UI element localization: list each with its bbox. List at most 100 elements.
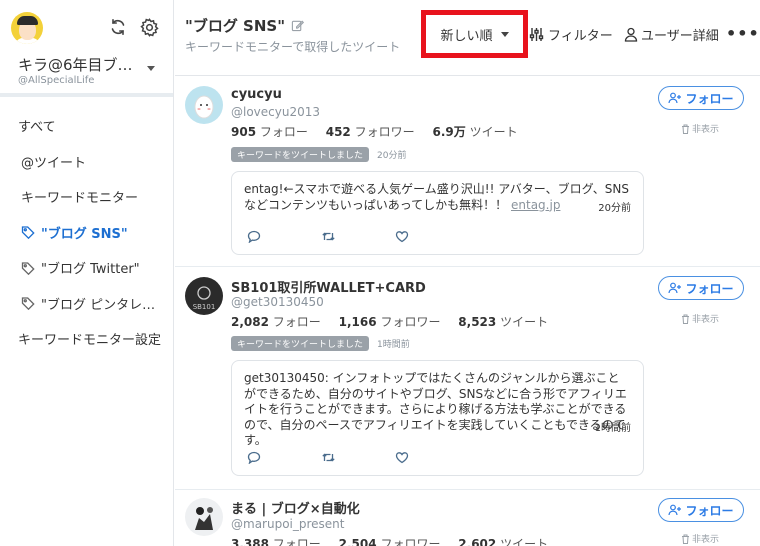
followers-count: 1,166 — [338, 315, 377, 329]
tweets-label: ツイート — [469, 125, 518, 139]
sidebar-item-blog-pinterest[interactable]: "ブログ ピンタレ… — [0, 286, 174, 322]
follow-label: フォロー — [685, 91, 734, 106]
user-icon — [624, 27, 638, 42]
user-stats: 2,082 フォロー 1,166 フォロワー 8,523 ツイート — [231, 313, 562, 330]
sidebar-nav: すべて @ツイート キーワードモニター "ブログ SNS" "ブログ Twitt… — [0, 108, 174, 357]
tweet-card[interactable]: entag!←スマホで遊べる人気ゲーム盛り沢山!! アバター、ブログ、SNSなど… — [231, 171, 644, 255]
add-user-icon — [668, 92, 682, 104]
tweet-feed: cyucyu @lovecyu2013 905 フォロー 452 フォロワー 6… — [175, 77, 760, 546]
tweet-body: entag!←スマホで遊べる人気ゲーム盛り沢山!! アバター、ブログ、SNSなど… — [244, 182, 630, 212]
tweets-count: 8,523 — [458, 315, 497, 329]
filter-button[interactable]: フィルター — [529, 25, 613, 44]
avatar[interactable] — [11, 12, 43, 44]
refresh-icon[interactable] — [108, 17, 128, 37]
list-item: まる | ブログ×自動化 @marupoi_present 3,388 フォロー… — [175, 490, 760, 546]
followers-label: フォロワー — [380, 537, 441, 546]
user-stats: 905 フォロー 452 フォロワー 6.9万 ツイート — [231, 123, 532, 140]
more-menu-icon[interactable]: ••• — [726, 24, 760, 43]
follow-label: フォロー — [685, 503, 734, 518]
trash-icon — [682, 314, 689, 324]
hide-button[interactable]: 非表示 — [681, 122, 719, 135]
following-count: 2,082 — [231, 315, 269, 329]
follow-button[interactable]: フォロー — [658, 86, 744, 110]
main-column: "ブログ SNS" キーワードモニターで取得したツイート 新しい順 フィルター … — [175, 0, 760, 546]
add-user-icon — [668, 504, 682, 516]
tweet-text: entag!←スマホで遊べる人気ゲーム盛り沢山!! アバター、ブログ、SNSなど… — [244, 182, 631, 213]
heart-icon[interactable] — [394, 449, 410, 465]
status-badge: キーワードをツイートしました — [231, 336, 370, 351]
chevron-down-icon — [500, 31, 509, 37]
following-count: 3,388 — [231, 537, 269, 546]
heart-icon[interactable] — [394, 228, 410, 244]
tweet-time: 20分前 — [598, 203, 631, 214]
column-subtitle: キーワードモニターで取得したツイート — [185, 40, 401, 54]
user-handle[interactable]: @lovecyu2013 — [231, 105, 320, 119]
column-header: "ブログ SNS" キーワードモニターで取得したツイート 新しい順 フィルター … — [175, 0, 760, 76]
followers-count: 452 — [325, 125, 351, 139]
hide-button[interactable]: 非表示 — [681, 312, 719, 325]
user-handle[interactable]: @get30130450 — [231, 295, 324, 309]
list-item: SB101 SB101取引所WALLET+CARD @get30130450 2… — [175, 267, 760, 490]
sort-dropdown[interactable]: 新しい順 — [421, 10, 528, 58]
list-item: cyucyu @lovecyu2013 905 フォロー 452 フォロワー 6… — [175, 77, 760, 267]
sidebar-item-all[interactable]: すべて — [0, 108, 174, 144]
reply-icon[interactable] — [246, 228, 262, 244]
follow-label: フォロー — [685, 281, 734, 296]
user-detail-label: ユーザー詳細 — [641, 29, 719, 44]
tag-icon — [21, 297, 35, 311]
user-stats: 3,388 フォロー 2,504 フォロワー 2,602 ツイート — [231, 535, 562, 546]
followers-label: フォロワー — [380, 315, 441, 329]
add-user-icon — [668, 282, 682, 294]
tweet-link[interactable]: entag.jp — [511, 198, 560, 212]
tweet-text: get30130450: インフォトップではたくさんのジャンルから選ぶことができ… — [244, 371, 627, 447]
sidebar-item-label: "ブログ ピンタレ… — [41, 297, 156, 313]
trash-icon — [682, 534, 689, 544]
sidebar-item-label: "ブログ Twitter" — [41, 262, 140, 278]
tweet-card[interactable]: get30130450: インフォトップではたくさんのジャンルから選ぶことができ… — [231, 360, 644, 476]
sidebar-item-blog-sns[interactable]: "ブログ SNS" — [0, 215, 174, 251]
user-handle[interactable]: @marupoi_present — [231, 517, 345, 531]
avatar[interactable] — [185, 498, 223, 536]
follow-button[interactable]: フォロー — [658, 276, 744, 300]
tweets-label: ツイート — [500, 537, 549, 546]
follow-button[interactable]: フォロー — [658, 498, 744, 522]
badge-time: 20分前 — [377, 151, 407, 161]
svg-text:SB101: SB101 — [193, 303, 216, 311]
tweets-count: 2,602 — [458, 537, 497, 546]
sidebar-item-keyword-monitor[interactable]: キーワードモニター — [0, 179, 174, 215]
sidebar-item-keyword-settings[interactable]: キーワードモニター設定 — [0, 321, 174, 357]
user-name[interactable]: SB101取引所WALLET+CARD — [231, 277, 426, 296]
followers-label: フォロワー — [354, 125, 415, 139]
account-handle: @AllSpecialLife — [18, 75, 95, 86]
account-name[interactable]: キラ@6年目ブ… — [18, 54, 133, 75]
sidebar-item-blog-twitter[interactable]: "ブログ Twitter" — [0, 250, 174, 286]
trash-icon — [682, 124, 689, 134]
sidebar-item-mentions[interactable]: @ツイート — [0, 144, 174, 180]
tweets-label: ツイート — [500, 315, 549, 329]
following-label: フォロー — [259, 125, 308, 139]
hide-button[interactable]: 非表示 — [681, 532, 719, 545]
sidebar-item-label: キーワードモニター設定 — [18, 333, 162, 349]
chevron-down-icon[interactable] — [147, 66, 155, 71]
reply-icon[interactable] — [246, 449, 262, 465]
keyword-row: キーワードをツイートしました 1時間前 — [231, 336, 410, 351]
following-label: フォロー — [272, 537, 321, 546]
user-name[interactable]: cyucyu — [231, 87, 282, 102]
page-title: "ブログ SNS" — [185, 17, 286, 35]
sidebar-item-label: すべて — [18, 120, 56, 136]
avatar[interactable]: SB101 — [185, 277, 223, 315]
pencil-icon[interactable] — [291, 19, 305, 32]
retweet-icon[interactable] — [320, 449, 336, 465]
gear-icon[interactable] — [139, 17, 159, 37]
filter-label: フィルター — [548, 29, 613, 44]
user-detail-button[interactable]: ユーザー詳細 — [624, 25, 719, 44]
following-label: フォロー — [272, 315, 321, 329]
column-title: "ブログ SNS" — [185, 15, 305, 36]
tweets-count: 6.9万 — [432, 125, 466, 139]
avatar[interactable] — [185, 86, 223, 124]
followers-count: 2,504 — [338, 537, 377, 546]
tweet-actions — [246, 228, 468, 244]
retweet-icon[interactable] — [320, 228, 336, 244]
tweet-time: 1時間前 — [594, 423, 631, 434]
user-name[interactable]: まる | ブログ×自動化 — [231, 498, 360, 517]
